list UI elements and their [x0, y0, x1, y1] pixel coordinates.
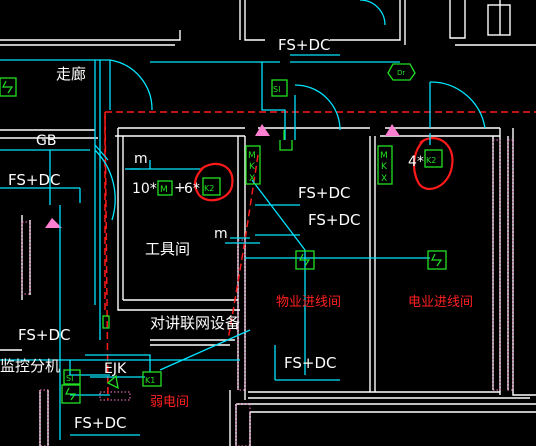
k2-right-glyph: K2	[426, 156, 436, 165]
svg-text:K: K	[381, 162, 388, 172]
m-upper-label: m	[134, 151, 148, 167]
mkx-glyphs: MKX MKX	[248, 151, 388, 184]
gb-label: GB	[36, 133, 57, 149]
k1-glyph: K1	[145, 376, 155, 385]
svg-text:M: M	[380, 151, 388, 161]
qty-10-label: 10*	[132, 181, 157, 197]
fsdc-left-label: FS+DC	[8, 171, 61, 189]
fsdc-mid2-label: FS+DC	[308, 211, 361, 229]
intercom-equipment-label: 对讲联网设备	[150, 314, 241, 332]
qty-6-label: 6*	[184, 181, 200, 197]
qty-4-label: 4*	[408, 154, 424, 170]
m-lower-label: m	[214, 226, 228, 242]
fsdc-mid1-label: FS+DC	[298, 184, 351, 202]
cad-drawing-canvas[interactable]: M K2 K2 SI SI K1 Dr MKX MKX 走廊 GB FS+DC …	[0, 0, 536, 446]
si-top-glyph: SI	[273, 85, 280, 94]
svg-text:X: X	[381, 174, 387, 184]
device-glyph-text: M K2 K2 SI SI K1 Dr	[66, 69, 436, 385]
ejk-label: EJK	[104, 361, 127, 377]
weak-room-label: 弱电间	[150, 395, 190, 410]
fsdc-bottom-left-label: FS+DC	[18, 326, 71, 344]
m-box-glyph: M	[160, 185, 168, 195]
dt-glyph: Dr	[397, 69, 405, 77]
fsdc-bottom-lower-label: FS+DC	[74, 414, 127, 432]
svg-text:M: M	[248, 151, 256, 161]
fsdc-top-label: FS+DC	[278, 36, 331, 54]
k2-left-glyph: K2	[204, 184, 214, 193]
svg-text:X: X	[249, 174, 255, 184]
property-shaft-label: 物业进线间	[276, 295, 342, 310]
tool-room-label: 工具间	[145, 240, 191, 258]
si-bottom-glyph: SI	[66, 374, 73, 383]
monitor-box-label: 监控分机	[0, 357, 61, 375]
fsdc-bottom-mid-label: FS+DC	[284, 354, 337, 372]
corridor-label: 走廊	[56, 65, 87, 83]
power-shaft-label: 电业进线间	[408, 295, 474, 310]
